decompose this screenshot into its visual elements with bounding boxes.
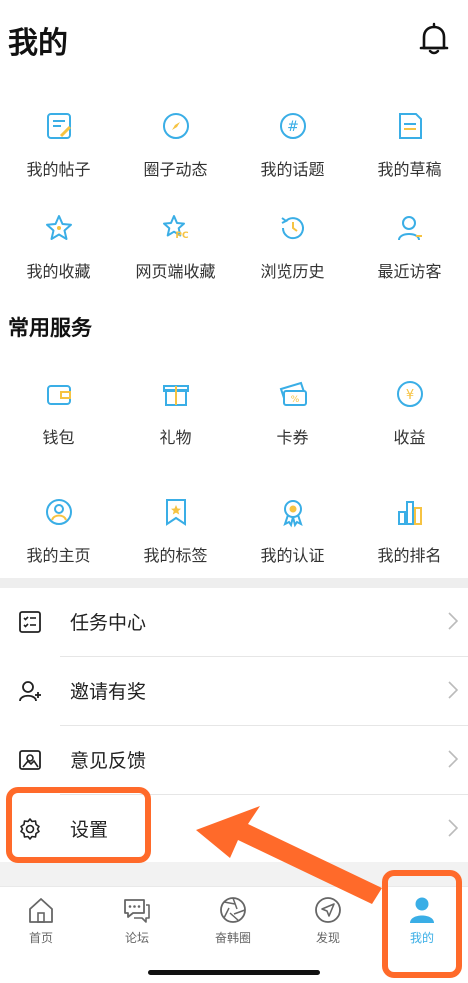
grid-item-my-posts[interactable]: 我的帖子: [0, 110, 117, 180]
home-indicator: [148, 970, 320, 975]
star-icon: [45, 215, 72, 240]
add-user-icon: [19, 681, 41, 702]
bar-chart-icon: [397, 501, 422, 525]
grid-item-label: 网页端收藏: [135, 262, 216, 281]
service-item-label: 我的排名: [377, 546, 442, 565]
svg-text:#: #: [287, 119, 299, 135]
service-item-label: 我的主页: [26, 546, 91, 565]
grid-item-my-topics[interactable]: # 我的话题: [234, 110, 351, 180]
tab-forum[interactable]: 论坛: [102, 895, 172, 946]
svg-text:%: %: [290, 395, 299, 405]
profile-icon: [45, 499, 72, 525]
chat-icon: [124, 899, 150, 923]
service-item-tags[interactable]: 我的标签: [117, 496, 234, 566]
pc-star-icon: PC: [162, 215, 189, 241]
service-item-label: 钱包: [42, 428, 75, 447]
grid-item-visitors[interactable]: 最近访客: [351, 212, 468, 282]
list-item-label: 邀请有奖: [70, 681, 147, 703]
service-item-label: 礼物: [159, 428, 192, 447]
history-icon: [280, 217, 304, 240]
task-list-icon: [19, 611, 41, 633]
service-item-label: 我的认证: [260, 546, 325, 565]
list-item-invite[interactable]: 邀请有奖: [0, 657, 468, 725]
wallet-icon: [46, 385, 71, 405]
grid-item-circle-feed[interactable]: 圈子动态: [117, 110, 234, 180]
compass-icon: [162, 113, 189, 139]
grid-item-my-favorites[interactable]: 我的收藏: [0, 212, 117, 282]
badge-icon: [282, 500, 303, 528]
tab-label: 奋韩圈: [214, 931, 251, 945]
service-item-coupon[interactable]: % 卡券: [234, 378, 351, 448]
grid-item-label: 我的话题: [260, 160, 325, 179]
service-item-certification[interactable]: 我的认证: [234, 496, 351, 566]
tab-label: 论坛: [124, 931, 149, 945]
list-item-task-center[interactable]: 任务中心: [0, 588, 468, 656]
grid-item-label: 我的帖子: [26, 160, 91, 179]
list-item-feedback[interactable]: 意见反馈: [0, 726, 468, 794]
service-item-label: 卡券: [276, 428, 309, 447]
grid-item-label: 我的收藏: [26, 262, 91, 281]
gift-icon: [162, 385, 189, 406]
grid-item-history[interactable]: 浏览历史: [234, 212, 351, 282]
service-item-label: 收益: [393, 428, 426, 447]
hashtag-icon: #: [279, 113, 306, 139]
service-item-earnings[interactable]: ¥ 收益: [351, 378, 468, 448]
bell-icon[interactable]: [418, 22, 450, 56]
service-item-wallet[interactable]: 钱包: [0, 378, 117, 448]
svg-text:¥: ¥: [405, 388, 413, 403]
pointer-arrow-icon: [196, 806, 382, 904]
service-item-ranking[interactable]: 我的排名: [351, 496, 468, 566]
svg-text:PC: PC: [175, 231, 189, 241]
tab-home[interactable]: 首页: [6, 895, 76, 946]
service-item-label: 我的标签: [143, 546, 208, 565]
mine-tab-highlight-box: [382, 870, 462, 978]
section-divider: [0, 578, 468, 588]
settings-highlight-box: [6, 787, 151, 863]
post-icon: [46, 113, 71, 139]
list-item-label: 意见反馈: [70, 750, 147, 772]
feedback-icon: [19, 750, 41, 770]
bookmark-star-icon: [165, 499, 186, 526]
section-title-services: 常用服务: [8, 316, 92, 340]
chevron-right-icon: [448, 681, 458, 699]
chevron-right-icon: [448, 750, 458, 768]
grid-item-label: 我的草稿: [377, 160, 442, 179]
tab-label: 首页: [28, 931, 53, 945]
service-item-gift[interactable]: 礼物: [117, 378, 234, 448]
grid-item-label: 圈子动态: [143, 160, 208, 179]
draft-icon: [398, 113, 422, 139]
yen-coin-icon: ¥: [396, 381, 423, 407]
page-title: 我的: [8, 26, 68, 61]
list-item-label: 任务中心: [70, 612, 147, 634]
grid-item-label: 最近访客: [377, 262, 442, 281]
grid-item-web-favorites[interactable]: PC 网页端收藏: [117, 212, 234, 282]
grid-item-label: 浏览历史: [260, 262, 325, 281]
tab-label: 发现: [315, 931, 340, 945]
home-icon: [29, 898, 53, 923]
visitor-icon: [397, 216, 422, 241]
grid-item-drafts[interactable]: 我的草稿: [351, 110, 468, 180]
service-item-homepage[interactable]: 我的主页: [0, 496, 117, 566]
coupon-icon: %: [279, 381, 307, 406]
chevron-right-icon: [448, 612, 458, 630]
chevron-right-icon: [448, 819, 458, 837]
